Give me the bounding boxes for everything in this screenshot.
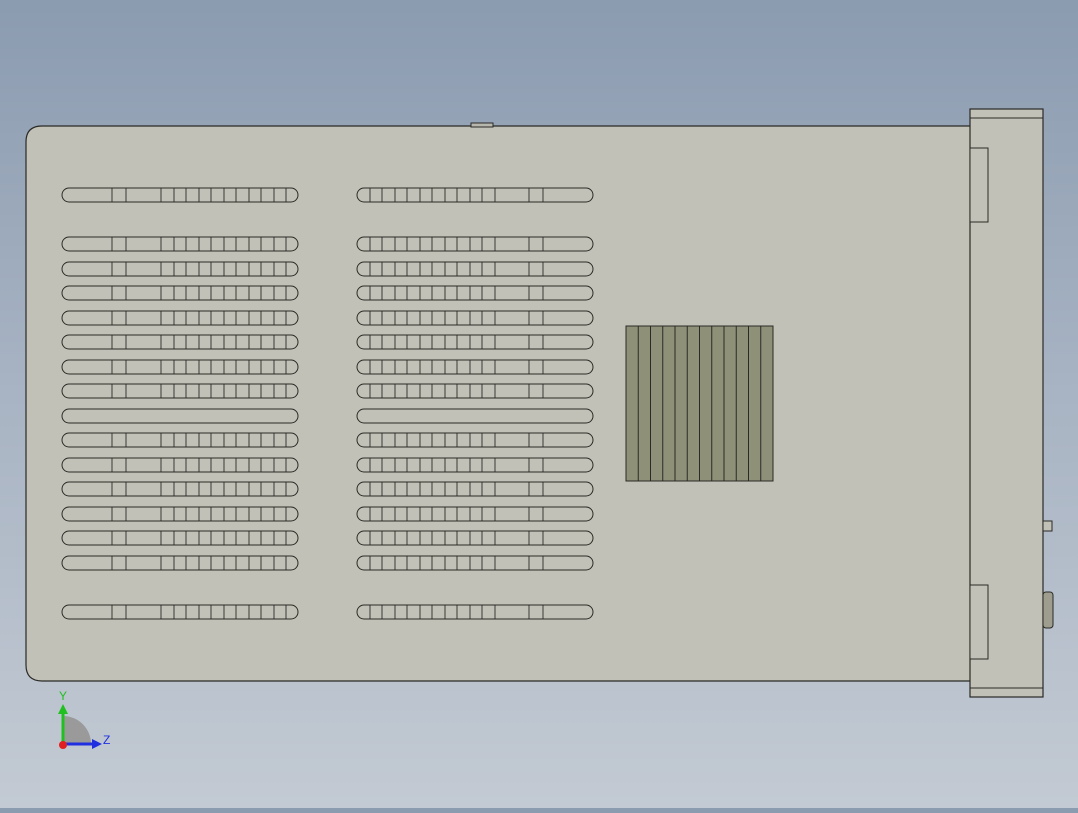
vent-slot xyxy=(356,359,594,375)
vent-slot xyxy=(356,408,594,424)
vent-slot xyxy=(356,285,594,301)
bezel-clip-top xyxy=(969,147,989,223)
triad-plane-arc xyxy=(63,716,91,744)
vent-slot xyxy=(356,236,594,252)
vent-slot xyxy=(356,261,594,277)
vent-slot xyxy=(61,310,299,326)
x-axis-dot xyxy=(59,741,67,749)
vent-slot xyxy=(356,506,594,522)
vent-slot xyxy=(356,187,594,203)
vent-slot xyxy=(61,555,299,571)
side-knob xyxy=(1042,591,1054,629)
vent-slot xyxy=(61,481,299,497)
vent-slot xyxy=(356,383,594,399)
vent-slot xyxy=(61,457,299,473)
vent-slot xyxy=(356,604,594,620)
z-axis-head xyxy=(92,739,102,749)
vent-slot xyxy=(61,334,299,350)
z-axis-label: Z xyxy=(103,733,110,747)
vent-slot xyxy=(61,432,299,448)
vent-slot xyxy=(356,310,594,326)
vent-slot xyxy=(356,432,594,448)
cad-viewport[interactable]: Y Z xyxy=(0,0,1078,808)
vent-slot xyxy=(356,481,594,497)
vent-slot xyxy=(61,383,299,399)
vent-slot xyxy=(61,236,299,252)
axis-triad: Y Z xyxy=(58,689,110,749)
vent-slot xyxy=(356,530,594,546)
enclosure-body xyxy=(25,125,973,682)
heat-vent-grille xyxy=(625,325,774,482)
bezel-clip-bottom xyxy=(969,584,989,660)
vent-slot xyxy=(61,530,299,546)
vent-slot xyxy=(61,408,299,424)
vent-slot xyxy=(61,261,299,277)
vent-slot xyxy=(61,604,299,620)
vent-slot xyxy=(61,506,299,522)
vent-slot xyxy=(356,334,594,350)
y-axis-head xyxy=(58,704,68,714)
vent-slot xyxy=(61,285,299,301)
vent-slot xyxy=(61,359,299,375)
vent-slot xyxy=(356,457,594,473)
vent-slot xyxy=(61,187,299,203)
model-drawing: Y Z xyxy=(25,108,1054,749)
y-axis-label: Y xyxy=(59,689,67,703)
side-pin xyxy=(1042,520,1053,532)
top-tab xyxy=(470,122,494,128)
vent-slot xyxy=(356,555,594,571)
